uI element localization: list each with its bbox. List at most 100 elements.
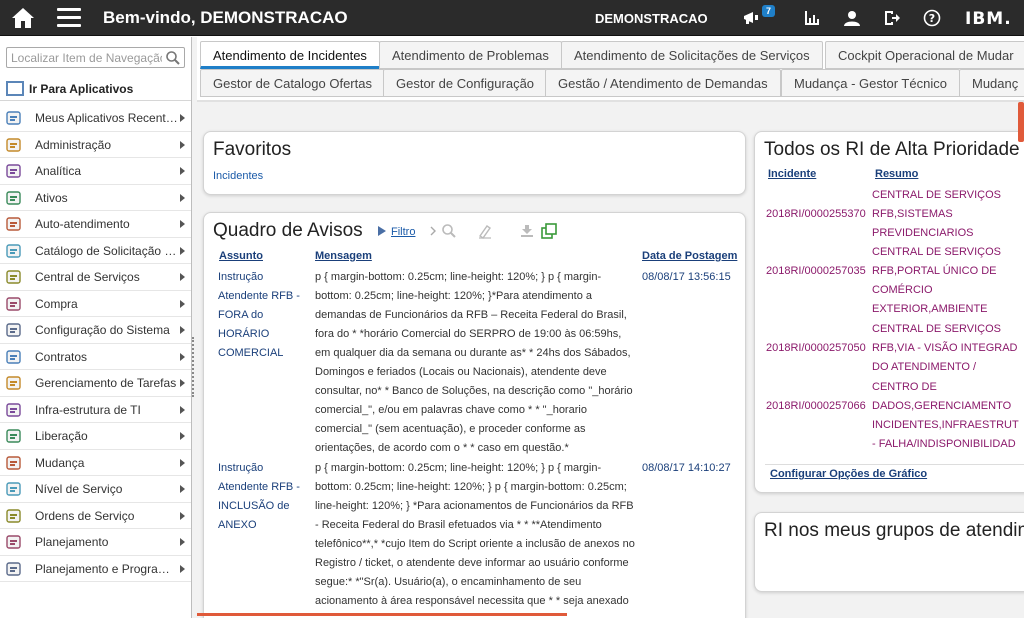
ri-row1-id[interactable]: 2018RI/0000255370 xyxy=(766,205,866,224)
chevron-right-icon xyxy=(180,538,185,546)
tab-gestor-catalogo[interactable]: Gestor de Catalogo Ofertas xyxy=(200,69,385,97)
filter-arrow-icon[interactable] xyxy=(377,225,387,237)
chevron-right-icon xyxy=(180,273,185,281)
tab-atendimento-incidentes[interactable]: Atendimento de Incidentes xyxy=(200,41,380,69)
sidebar-item-analytics[interactable]: Analítica xyxy=(0,158,191,185)
sidebar-item-contracts[interactable]: Contratos xyxy=(0,344,191,370)
chevron-right-icon xyxy=(180,167,185,175)
favorite-link-incidentes[interactable]: Incidentes xyxy=(213,170,263,182)
sidebar-item-system-config[interactable]: Configuração do Sistema xyxy=(0,317,191,344)
vertical-scrollbar[interactable] xyxy=(1018,102,1024,142)
tab-gestor-configuracao[interactable]: Gestor de Configuração xyxy=(383,69,548,97)
sidebar-item-label: Configuração do Sistema xyxy=(35,323,170,337)
home-icon[interactable] xyxy=(11,7,35,29)
row2-assunto[interactable]: Instrução Atendente RFB - INCLUSÃO de AN… xyxy=(218,459,308,535)
service-level-icon xyxy=(6,482,21,496)
ri-alta-prioridade-panel: Todos os RI de Alta Prioridade ( Inciden… xyxy=(754,131,1024,493)
tab-gestao-demandas[interactable]: Gestão / Atendimento de Demandas xyxy=(545,69,781,97)
sidebar-item-service-desk[interactable]: Central de Serviços xyxy=(0,264,191,291)
clear-filter-icon[interactable] xyxy=(477,223,493,239)
self-service-icon xyxy=(6,217,21,231)
chevron-right-icon xyxy=(180,299,185,308)
sidebar-item-planning[interactable]: Planejamento xyxy=(0,529,191,556)
sidebar-item-label: Central de Serviços xyxy=(35,270,140,284)
row1-assunto[interactable]: Instrução Atendente RFB - FORA do HORÁRI… xyxy=(218,268,308,363)
sidebar-item-change[interactable]: Mudança xyxy=(0,450,191,476)
quadro-avisos-title: Quadro de Avisos xyxy=(213,220,363,241)
sidebar-item-tasks[interactable]: Gerenciamento de Tarefas xyxy=(0,370,191,397)
chevron-right-icon xyxy=(180,485,185,493)
sidebar-item-label: Ordens de Serviço xyxy=(35,508,135,523)
sidebar-item-label: Gerenciamento de Tarefas xyxy=(35,376,177,390)
admin-icon xyxy=(6,137,21,152)
sidebar-item-work-orders[interactable]: Ordens de Serviço xyxy=(0,503,191,529)
favoritos-title: Favoritos xyxy=(213,139,292,160)
ri-row4-resumo: CENTRO DE DADOS,GERENCIAMENTO INCIDENTES… xyxy=(872,381,1019,450)
ri-row3-id[interactable]: 2018RI/0000257050 xyxy=(766,339,866,358)
horizontal-scrollbar[interactable] xyxy=(197,613,567,616)
notification-badge[interactable]: 7 xyxy=(762,5,776,17)
nav-search xyxy=(6,47,185,68)
sidebar-item-recent-apps[interactable]: Meus Aplicativos Recentes xyxy=(0,105,191,132)
sidebar-item-admin[interactable]: Administração xyxy=(0,132,191,158)
configure-chart-options-link[interactable]: Configurar Opções de Gráfico xyxy=(770,468,927,480)
col-mensagem[interactable]: Mensagem xyxy=(315,250,372,262)
ri-meus-grupos-title: RI nos meus grupos de atendim xyxy=(764,520,1024,541)
chevron-right-icon xyxy=(180,140,185,149)
menu-icon[interactable] xyxy=(57,8,81,28)
nav-menu: Meus Aplicativos Recentes Administração An… xyxy=(0,105,191,582)
profile-icon[interactable] xyxy=(843,9,861,27)
help-icon[interactable]: ? xyxy=(923,9,941,27)
row1-data: 08/08/17 13:56:15 xyxy=(642,271,731,283)
tab-atendimento-problemas[interactable]: Atendimento de Problemas xyxy=(379,41,562,69)
quadro-avisos-panel: Quadro de Avisos Filtro Assunto Mensagem… xyxy=(203,212,746,618)
download-icon[interactable] xyxy=(519,223,535,239)
sidebar-item-purchase[interactable]: Compra xyxy=(0,291,191,317)
tab-bar: Atendimento de Incidentes Atendimento de… xyxy=(197,37,1024,101)
sidebar-item-it-infra[interactable]: Infra-estrutura de TI xyxy=(0,397,191,423)
tab-atendimento-solicitacoes[interactable]: Atendimento de Solicitações de Serviços xyxy=(561,41,823,69)
user-name: DEMONSTRACAO xyxy=(595,11,708,26)
ri-row2-id[interactable]: 2018RI/0000257035 xyxy=(766,262,866,281)
reports-icon[interactable] xyxy=(803,9,821,27)
sidebar-item-self-service[interactable]: Auto-atendimento xyxy=(0,211,191,238)
sidebar-item-service-level[interactable]: Nível de Serviço xyxy=(0,476,191,503)
assets-icon xyxy=(6,190,21,205)
analytics-icon xyxy=(6,164,21,178)
welcome-title: Bem-vindo, DEMONSTRACAO xyxy=(103,8,348,27)
application-window-icon xyxy=(6,81,24,96)
search-icon[interactable] xyxy=(165,50,181,66)
row2-data: 08/08/17 14:10:27 xyxy=(642,462,731,474)
sidebar-item-scheduling[interactable]: Planejamento e Programação xyxy=(0,556,191,582)
nav-search-input[interactable] xyxy=(7,48,162,67)
favoritos-panel: Favoritos Incidentes xyxy=(203,131,746,195)
sidebar-item-release[interactable]: Liberação xyxy=(0,423,191,450)
tab-mudanca-gestor-tecnico[interactable]: Mudança - Gestor Técnico xyxy=(781,69,960,97)
chevron-right-icon xyxy=(180,405,185,414)
logout-icon[interactable] xyxy=(883,9,901,27)
col-incidente[interactable]: Incidente xyxy=(768,168,816,180)
sidebar-item-assets[interactable]: Ativos xyxy=(0,185,191,211)
sidebar-item-catalog[interactable]: Catálogo de Solicitação de Serviços xyxy=(0,238,191,264)
service-desk-icon xyxy=(6,270,21,284)
col-assunto[interactable]: Assunto xyxy=(219,250,263,262)
ri-row1-resumo: CENTRAL DE SERVIÇOS RFB,SISTEMAS PREVIDE… xyxy=(872,189,1001,239)
broadcast-icon[interactable] xyxy=(742,9,760,27)
row1-mensagem: p { margin-bottom: 0.25cm; line-height: … xyxy=(315,271,633,454)
col-data-postagem[interactable]: Data de Postagem xyxy=(642,250,737,262)
filter-link[interactable]: Filtro xyxy=(391,226,415,238)
sidebar-item-label: Auto-atendimento xyxy=(35,217,130,231)
svg-text:?: ? xyxy=(929,12,935,25)
sidebar-item-label: Compra xyxy=(35,296,78,311)
chevron-right-icon xyxy=(430,226,436,236)
tab-cockpit-operacional[interactable]: Cockpit Operacional de Mudar xyxy=(825,41,1024,69)
sidebar-item-label: Ativos xyxy=(35,190,68,205)
search-icon[interactable] xyxy=(441,223,457,239)
go-to-applications[interactable]: Ir Para Aplicativos xyxy=(0,77,191,101)
col-resumo[interactable]: Resumo xyxy=(875,168,918,180)
sidebar-item-label: Infra-estrutura de TI xyxy=(35,402,141,417)
copy-icon[interactable] xyxy=(540,222,558,240)
ri-row4-id[interactable]: 2018RI/0000257066 xyxy=(766,397,866,416)
tab-mudanca-more[interactable]: Mudanç xyxy=(959,69,1024,97)
chevron-right-icon xyxy=(180,379,185,387)
